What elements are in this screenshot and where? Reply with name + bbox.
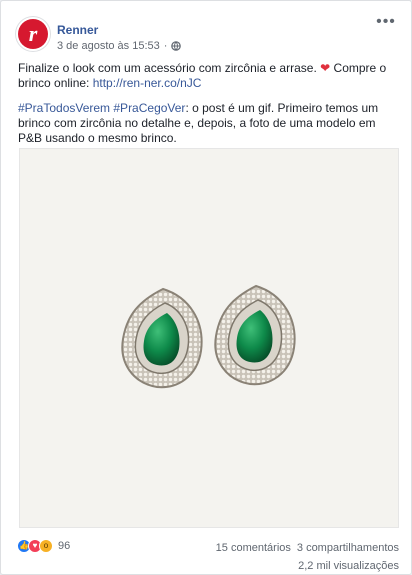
post-header: r Renner 3 de agosto às 15:53 · •••	[14, 14, 398, 56]
post-stats-row: 15 comentários 3 compartilhamentos	[210, 539, 399, 557]
avatar[interactable]: r	[18, 19, 48, 49]
views-count: 2,2 mil visualizações	[298, 560, 399, 572]
avatar-letter: r	[28, 21, 38, 46]
earrings-image	[121, 284, 296, 389]
post-text: Finalize o look com um acessório com zir…	[18, 61, 396, 156]
globe-icon	[171, 41, 182, 51]
comments-count-link[interactable]: 15 comentários	[216, 542, 291, 554]
post-text-start: Finalize o look com um acessório com zir…	[18, 61, 321, 75]
post-media-gif[interactable]	[19, 148, 399, 528]
more-options-button[interactable]: •••	[374, 14, 398, 34]
post-stats: 15 comentários 3 compartilhamentos 2,2 mi…	[210, 539, 399, 575]
wow-reaction-icon: o	[39, 539, 53, 553]
post-footer: 👍 ♥ o 96 15 comentários 3 compartilhament…	[17, 539, 399, 572]
post-link[interactable]: http://ren-ner.co/nJC	[93, 76, 202, 90]
reactions-summary[interactable]: 👍 ♥ o 96	[17, 539, 70, 553]
reaction-count: 96	[58, 540, 71, 552]
post-timestamp[interactable]: 3 de agosto às 15:53	[57, 40, 160, 52]
shares-count-link[interactable]: 3 compartilhamentos	[297, 542, 399, 554]
page-name-link[interactable]: Renner	[57, 23, 98, 37]
hashtags-link[interactable]: #PraTodosVerem #PraCegoVer	[18, 101, 185, 115]
post-meta: 3 de agosto às 15:53 ·	[57, 40, 182, 52]
red-heart-icon: ❤	[320, 61, 331, 75]
post-paragraph-2: #PraTodosVerem #PraCegoVer: o post é um …	[18, 101, 396, 146]
post-card: r Renner 3 de agosto às 15:53 · ••• Fina…	[0, 0, 412, 575]
meta-separator: ·	[163, 40, 168, 52]
post-paragraph-1: Finalize o look com um acessório com zir…	[18, 61, 396, 91]
